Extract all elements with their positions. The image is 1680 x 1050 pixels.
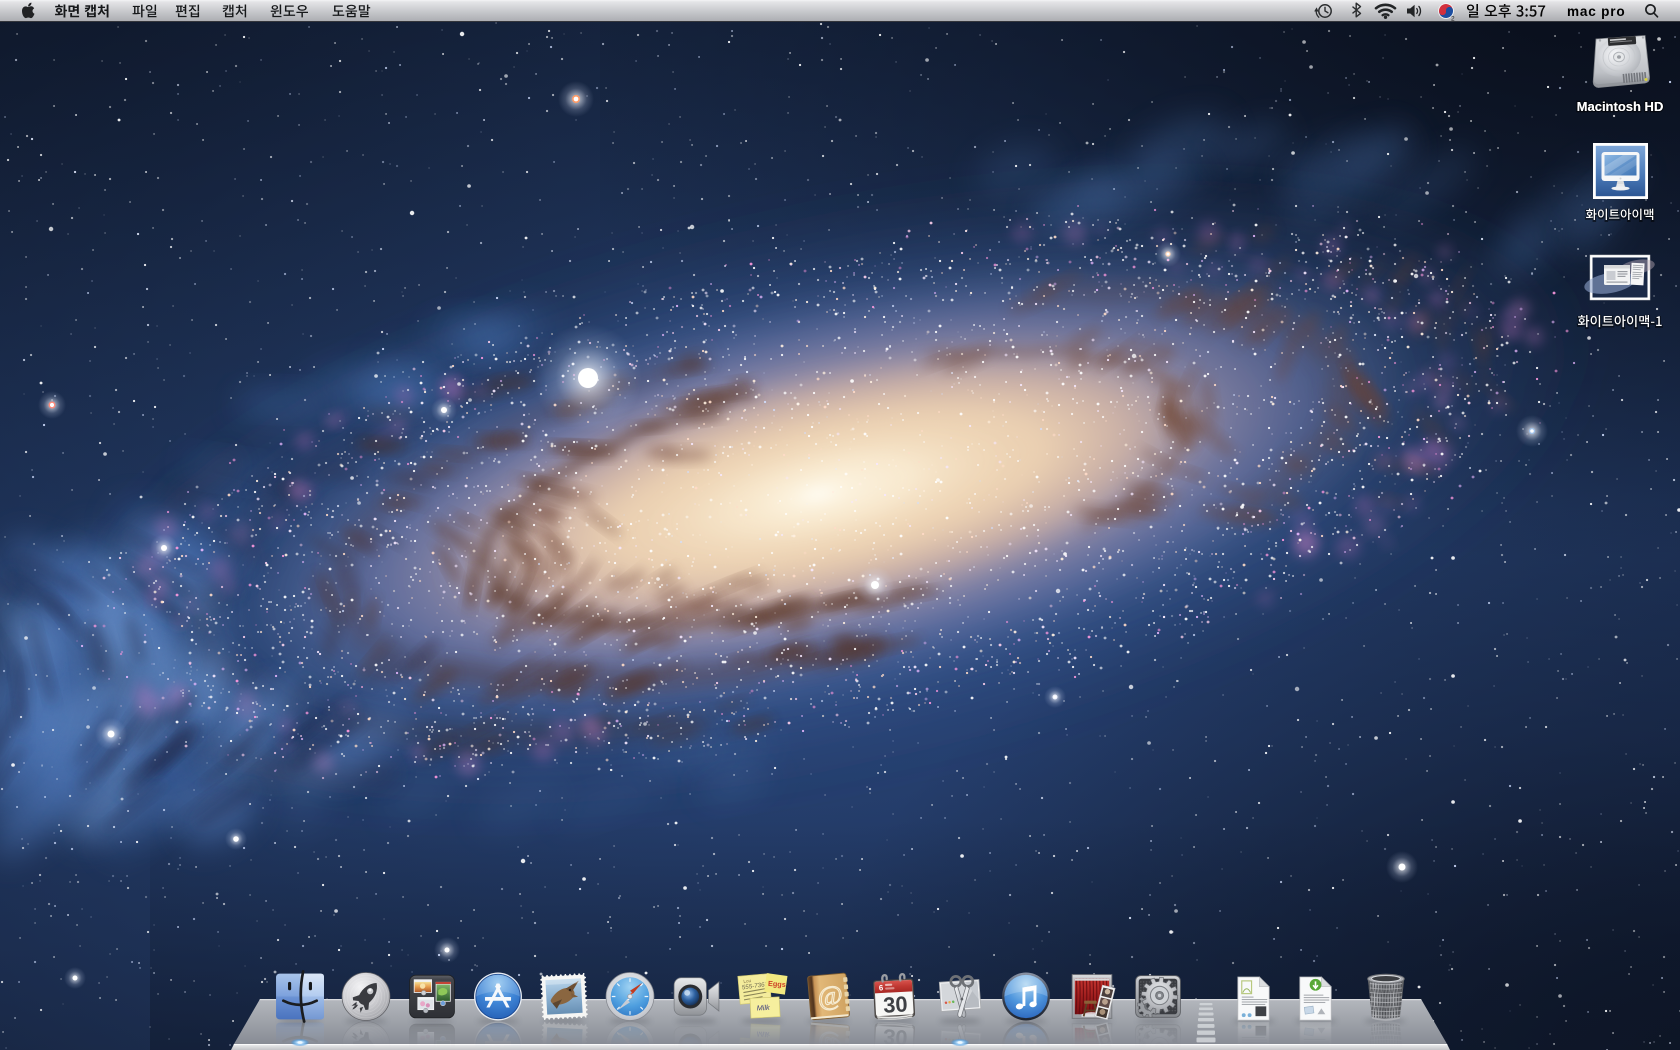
svg-text:Milk: Milk [756,1003,770,1013]
svg-text:mac pro: mac pro [1567,4,1625,19]
svg-text:@: @ [816,980,843,1012]
svg-text:2: 2 [1451,16,1455,23]
svg-text:30: 30 [883,991,909,1017]
svg-text:Eggs: Eggs [768,979,786,989]
svg-text:Macintosh HD: Macintosh HD [1577,99,1664,114]
